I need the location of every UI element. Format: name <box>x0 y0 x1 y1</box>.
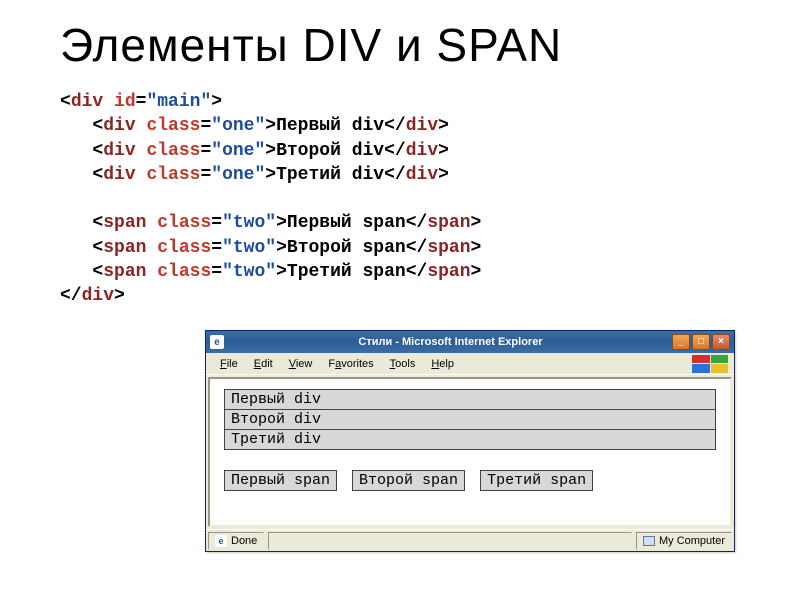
window-title: Стили - Microsoft Internet Explorer <box>229 336 672 348</box>
rendered-div: Первый div <box>224 389 716 410</box>
rendered-div: Второй div <box>224 410 716 430</box>
menu-edit[interactable]: Edit <box>246 357 281 371</box>
windows-logo-icon <box>692 355 728 373</box>
rendered-span: Третий span <box>480 470 593 491</box>
statusbar: e Done My Computer <box>206 529 734 551</box>
status-spacer <box>268 532 632 550</box>
maximize-button[interactable]: □ <box>692 334 710 350</box>
close-button[interactable]: × <box>712 334 730 350</box>
slide-title: Элементы DIV и SPAN <box>60 18 740 72</box>
titlebar: e Стили - Microsoft Internet Explorer _ … <box>206 331 734 353</box>
status-done: e Done <box>208 532 264 550</box>
rendered-span: Второй span <box>352 470 465 491</box>
ie-icon: e <box>210 335 224 349</box>
menubar: File Edit View Favorites Tools Help <box>206 353 734 375</box>
menu-favorites[interactable]: Favorites <box>320 357 381 371</box>
minimize-button[interactable]: _ <box>672 334 690 350</box>
status-done-label: Done <box>231 535 257 547</box>
code-block: <div id="main"> <div class="one">Первый … <box>60 90 740 309</box>
done-icon: e <box>215 535 227 547</box>
status-zone: My Computer <box>636 532 732 550</box>
browser-content: Первый div Второй div Третий div Первый … <box>208 377 732 527</box>
computer-icon <box>643 536 655 546</box>
browser-window: e Стили - Microsoft Internet Explorer _ … <box>205 330 735 552</box>
rendered-span: Первый span <box>224 470 337 491</box>
status-zone-label: My Computer <box>659 535 725 547</box>
menu-tools[interactable]: Tools <box>382 357 424 371</box>
menu-file[interactable]: File <box>212 357 246 371</box>
menu-help[interactable]: Help <box>423 357 462 371</box>
rendered-div: Третий div <box>224 430 716 450</box>
menu-view[interactable]: View <box>281 357 321 371</box>
